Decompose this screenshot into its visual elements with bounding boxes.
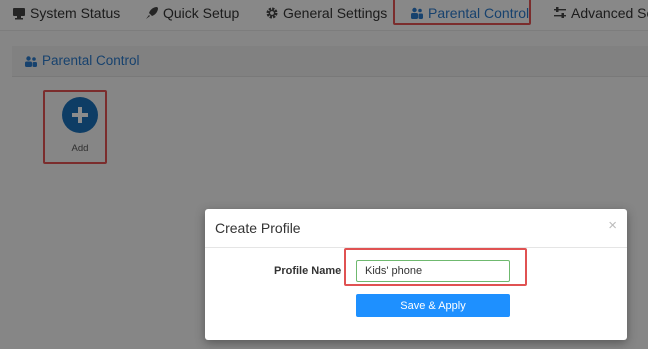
create-profile-dialog: Create Profile × Profile Name Save & App… <box>205 209 627 340</box>
save-apply-button[interactable]: Save & Apply <box>356 294 510 317</box>
highlight-box-input <box>344 248 527 286</box>
dialog-title: Create Profile <box>215 220 301 236</box>
profile-name-label: Profile Name <box>274 265 342 277</box>
close-icon[interactable]: × <box>608 217 617 234</box>
dialog-header: Create Profile × <box>205 209 627 248</box>
